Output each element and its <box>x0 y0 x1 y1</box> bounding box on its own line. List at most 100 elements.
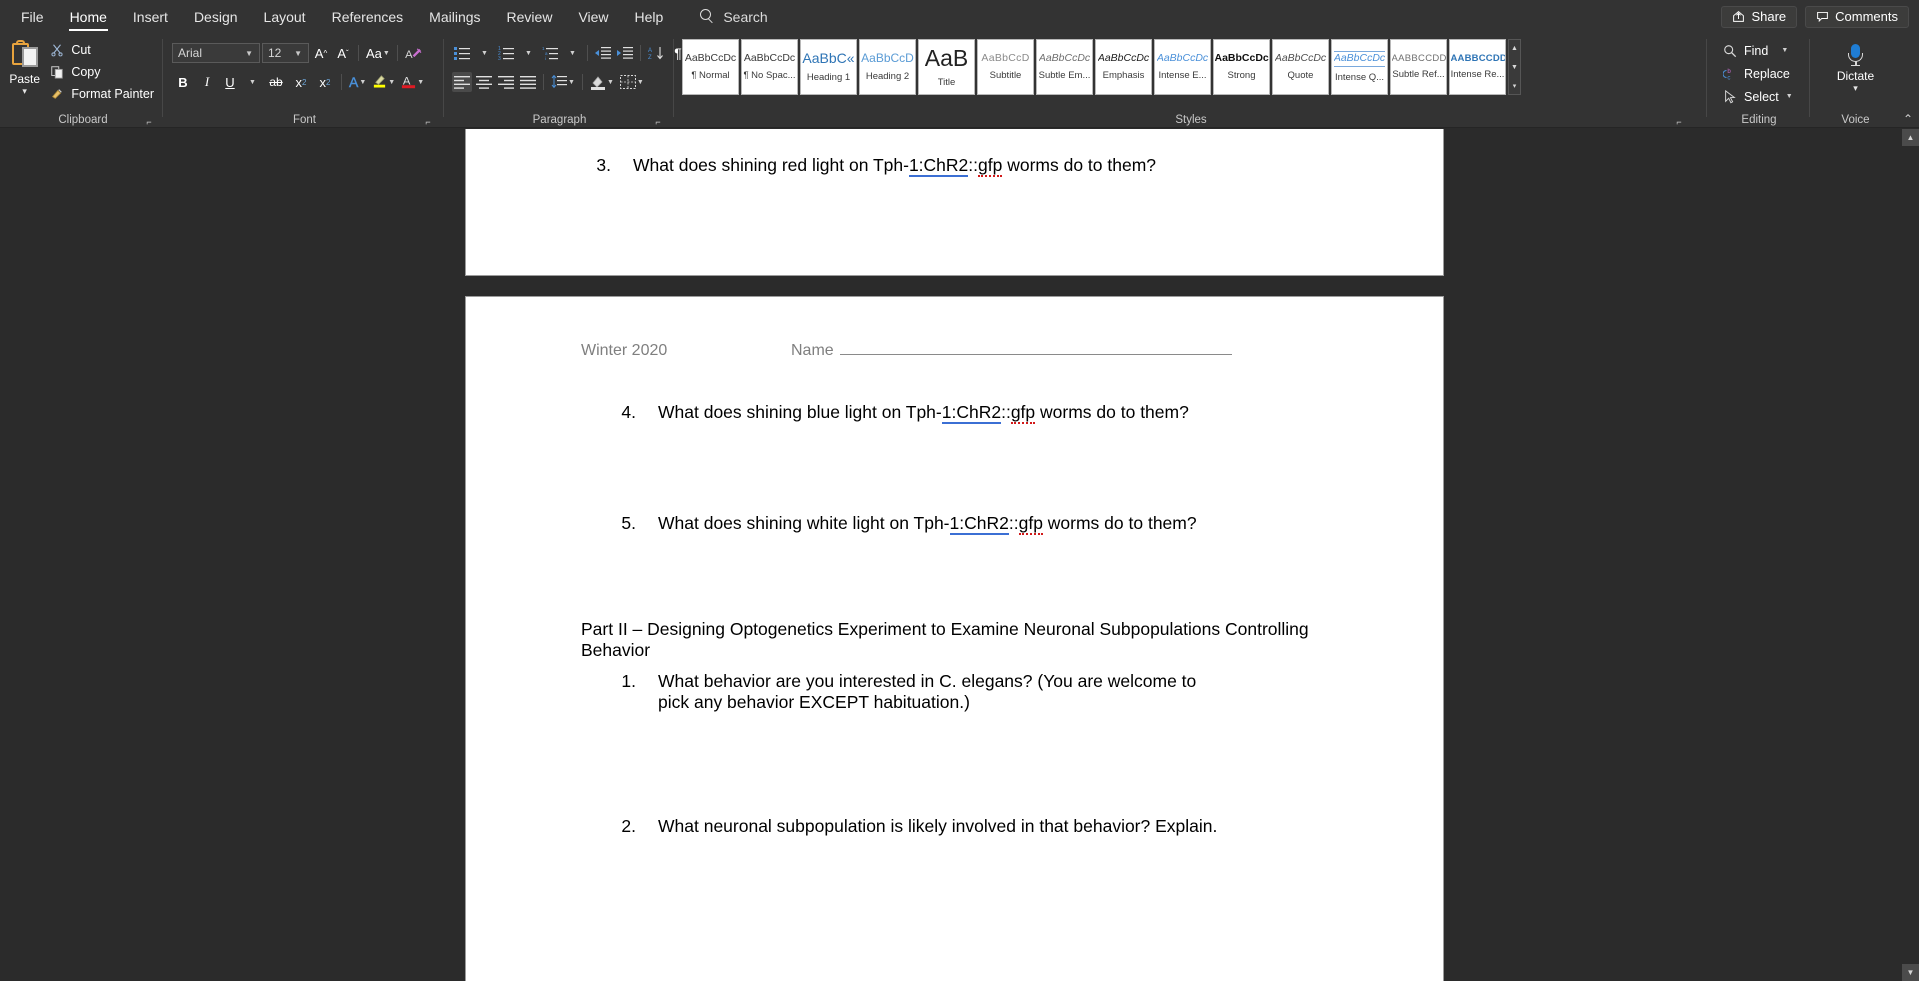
text-highlight-button[interactable]: ▼ <box>370 72 397 92</box>
tab-insert-label: Insert <box>132 8 168 25</box>
style-subtitle[interactable]: AaBbCcD Subtitle <box>977 39 1034 95</box>
bullets-button[interactable] <box>452 43 472 63</box>
tab-home[interactable]: Home <box>57 0 120 33</box>
tab-review[interactable]: Review <box>494 0 566 33</box>
underline-button[interactable]: U <box>220 72 240 92</box>
style-intense-reference[interactable]: AABBCCDD Intense Re... <box>1449 39 1506 95</box>
style-intense-quote[interactable]: AaBbCcDc Intense Q... <box>1331 39 1388 95</box>
font-color-icon: A <box>402 75 416 88</box>
replace-button[interactable]: bc Replace <box>1718 64 1797 83</box>
font-family-chevron-down-icon[interactable]: ▼ <box>241 49 257 58</box>
subscript-button[interactable]: x2 <box>290 72 312 92</box>
italic-button[interactable]: I <box>196 72 218 92</box>
style-no-spacing[interactable]: AaBbCcDc ¶ No Spac... <box>741 39 798 95</box>
style-heading-1[interactable]: AaBbC« Heading 1 <box>800 39 857 95</box>
paste-dropdown-icon[interactable]: ▾ <box>22 87 27 96</box>
collapse-ribbon-icon[interactable]: ⌃ <box>1903 112 1913 126</box>
tab-help[interactable]: Help <box>622 0 677 33</box>
shading-button[interactable]: ▼ <box>588 72 616 92</box>
style-heading-2[interactable]: AaBbCcD Heading 2 <box>859 39 916 95</box>
paragraph-dialog-launcher[interactable]: ⌐ <box>653 117 663 127</box>
styles-gallery-scroll[interactable]: ▲ ▼ ▾ <box>1508 39 1521 95</box>
increase-indent-button[interactable] <box>615 43 635 63</box>
scroll-up-glyph: ▲ <box>1906 133 1915 142</box>
font-color-button[interactable]: A ▼ <box>399 72 426 92</box>
shrink-font-button[interactable]: Aˇ <box>333 43 353 63</box>
font-size-chevron-down-icon[interactable]: ▼ <box>290 49 306 58</box>
style-quote[interactable]: AaBbCcDc Quote <box>1272 39 1329 95</box>
line-spacing-button[interactable]: ▼ <box>549 72 577 92</box>
document-page-2[interactable]: Winter 2020 Name 4. What does shining bl… <box>466 297 1443 981</box>
question-4-link[interactable]: 1:ChR2 <box>941 402 1002 424</box>
style-subtle-reference[interactable]: AABBCCDD Subtle Ref... <box>1390 39 1447 95</box>
decrease-indent-button[interactable] <box>593 43 613 63</box>
vertical-scrollbar[interactable]: ▲ ▼ <box>1902 129 1919 981</box>
styles-scroll-up-icon[interactable]: ▲ <box>1509 40 1520 57</box>
style-normal[interactable]: AaBbCcDc ¶ Normal <box>682 39 739 95</box>
scroll-down-glyph: ▼ <box>1906 968 1915 977</box>
font-family-combo[interactable]: Arial ▼ <box>172 43 260 63</box>
tab-insert[interactable]: Insert <box>120 0 181 33</box>
question-5-link[interactable]: 1:ChR2 <box>949 513 1009 535</box>
comments-button[interactable]: Comments <box>1805 5 1909 28</box>
format-painter-button[interactable]: Format Painter <box>45 84 158 103</box>
share-button[interactable]: Share <box>1721 5 1798 28</box>
replace-icon: bc <box>1722 66 1738 82</box>
dictate-dropdown-icon[interactable]: ▾ <box>1853 84 1858 93</box>
sort-button[interactable]: AZ <box>646 43 666 63</box>
multilevel-list-button[interactable]: 1 a i <box>540 43 560 63</box>
find-dropdown-icon[interactable]: ▼ <box>1780 47 1788 54</box>
scroll-up-icon[interactable]: ▲ <box>1902 129 1919 146</box>
dictate-button[interactable]: Dictate ▾ <box>1830 41 1882 93</box>
borders-button[interactable]: ▼ <box>618 72 646 92</box>
style-subtle-emphasis[interactable]: AaBbCcDc Subtle Em... <box>1036 39 1093 95</box>
scroll-down-icon[interactable]: ▼ <box>1902 964 1919 981</box>
tab-view[interactable]: View <box>565 0 621 33</box>
font-size-value: 12 <box>268 46 282 60</box>
clear-formatting-button[interactable]: A <box>403 43 424 63</box>
font-size-combo[interactable]: 12 ▼ <box>262 43 309 63</box>
select-button[interactable]: Select ▼ <box>1718 87 1797 106</box>
style-intense-emphasis[interactable]: AaBbCcDc Intense E... <box>1154 39 1211 95</box>
change-case-button[interactable]: Aa ▼ <box>364 43 392 63</box>
copy-button[interactable]: Copy <box>45 62 158 81</box>
document-canvas[interactable]: 3. What does shining red light on Tph-1:… <box>0 129 1919 981</box>
tab-design[interactable]: Design <box>181 0 251 33</box>
style-emphasis[interactable]: AaBbCcDc Emphasis <box>1095 39 1152 95</box>
clipboard-dialog-launcher[interactable]: ⌐ <box>144 117 154 127</box>
align-center-button[interactable] <box>474 72 494 92</box>
tab-layout[interactable]: Layout <box>251 0 319 33</box>
tab-references-label: References <box>331 8 404 25</box>
align-right-button[interactable] <box>496 72 516 92</box>
numbering-dropdown[interactable]: ▼ <box>518 43 538 63</box>
superscript-button[interactable]: x2 <box>314 72 336 92</box>
question-3-link[interactable]: 1:ChR2 <box>908 155 969 177</box>
align-left-button[interactable] <box>452 72 472 92</box>
cut-button[interactable]: Cut <box>45 40 158 59</box>
tab-mailings[interactable]: Mailings <box>416 0 493 33</box>
multilevel-dropdown[interactable]: ▼ <box>562 43 582 63</box>
style-strong[interactable]: AaBbCcDc Strong <box>1213 39 1270 95</box>
search-box[interactable]: Search <box>700 0 768 33</box>
select-dropdown-icon[interactable]: ▼ <box>1785 93 1793 100</box>
styles-dialog-launcher[interactable]: ⌐ <box>1674 117 1684 127</box>
grow-font-button[interactable]: A ^ <box>311 43 331 63</box>
styles-scroll-down-icon[interactable]: ▼ <box>1509 59 1520 76</box>
tab-references[interactable]: References <box>319 0 417 33</box>
find-button[interactable]: Find ▼ <box>1718 41 1797 60</box>
text-effects-button[interactable]: A ▼ <box>347 72 368 92</box>
question-4-gfp: gfp <box>1010 402 1036 424</box>
bold-button[interactable]: B <box>172 72 194 92</box>
strikethrough-button[interactable]: ab <box>264 72 288 92</box>
underline-dropdown[interactable]: ▼ <box>242 72 262 92</box>
styles-more-icon[interactable]: ▾ <box>1509 77 1520 94</box>
paste-button[interactable]: Paste ▾ <box>8 38 41 96</box>
font-dialog-launcher[interactable]: ⌐ <box>423 117 433 127</box>
numbering-button[interactable]: 1 2 3 <box>496 43 516 63</box>
style-title[interactable]: AaB Title <box>918 39 975 95</box>
document-page-1[interactable]: 3. What does shining red light on Tph-1:… <box>466 129 1443 275</box>
question-3-gfp: gfp <box>978 155 1003 177</box>
bullets-dropdown[interactable]: ▼ <box>474 43 494 63</box>
tab-file[interactable]: File <box>8 0 57 33</box>
justify-button[interactable] <box>518 72 538 92</box>
